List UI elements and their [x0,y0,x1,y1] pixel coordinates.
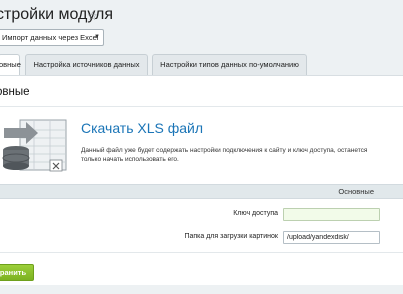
access-key-input[interactable] [283,208,380,221]
image-folder-input[interactable] [283,231,380,244]
download-description: Данный файл уже будет содержать настройк… [81,147,368,163]
settings-subheader: Основные [0,184,403,199]
divider [0,252,403,253]
tab-data-sources[interactable]: Настройка источников данных [25,54,148,75]
access-key-label: Ключ доступа [233,210,278,217]
module-select[interactable]: Импорт данных через Excel ▼ [0,29,104,46]
settings-panel: овные Скачать XLS файл Данный файл уже б… [0,75,403,285]
tab-main[interactable]: овные [0,54,21,76]
tab-data-types[interactable]: Настройки типов данных по-умолчанию [152,54,307,75]
star-icon[interactable]: ☆ [87,9,98,23]
download-xls-link[interactable]: Скачать XLS файл [81,120,203,136]
xls-file-database-icon [2,119,67,172]
divider [0,106,403,107]
image-folder-label: Папка для загрузки картинок [184,233,278,240]
save-button[interactable]: ранить [0,264,34,281]
chevron-down-icon: ▼ [94,34,100,40]
module-select-value: Импорт данных через Excel [2,33,99,42]
section-title: овные [0,86,30,98]
settings-subheader-label: Основные [338,187,374,196]
